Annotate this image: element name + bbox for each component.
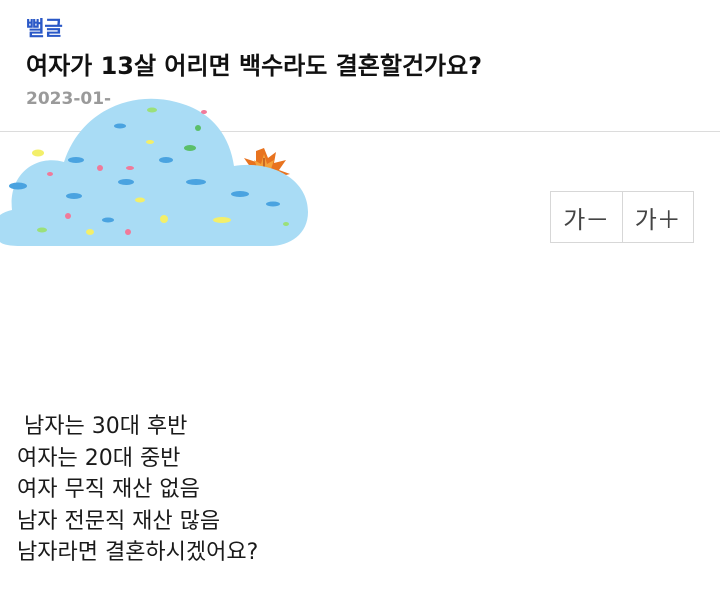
cloud-sticker-icon xyxy=(0,98,308,246)
post-category[interactable]: 뻘글 xyxy=(26,12,63,41)
content-line: 남자는 30대 후반 xyxy=(17,414,188,439)
font-decrease-button[interactable]: 가－ xyxy=(551,192,622,242)
content-line: 여자 무직 재산 없음 xyxy=(17,477,200,502)
font-size-control: 가－ 가＋ xyxy=(550,191,694,243)
post-title: 여자가 13살 어리면 백수라도 결혼할건가요? xyxy=(26,52,483,80)
content-line: 남자라면 결혼하시겠어요? xyxy=(17,540,259,565)
post-content: 남자는 30대 후반 여자는 20대 중반 여자 무직 재산 없음 남자 전문직… xyxy=(17,411,258,569)
content-line: 여자는 20대 중반 xyxy=(17,445,181,471)
font-increase-button[interactable]: 가＋ xyxy=(621,192,693,242)
content-line: 남자 전문직 재산 많음 xyxy=(17,508,221,534)
